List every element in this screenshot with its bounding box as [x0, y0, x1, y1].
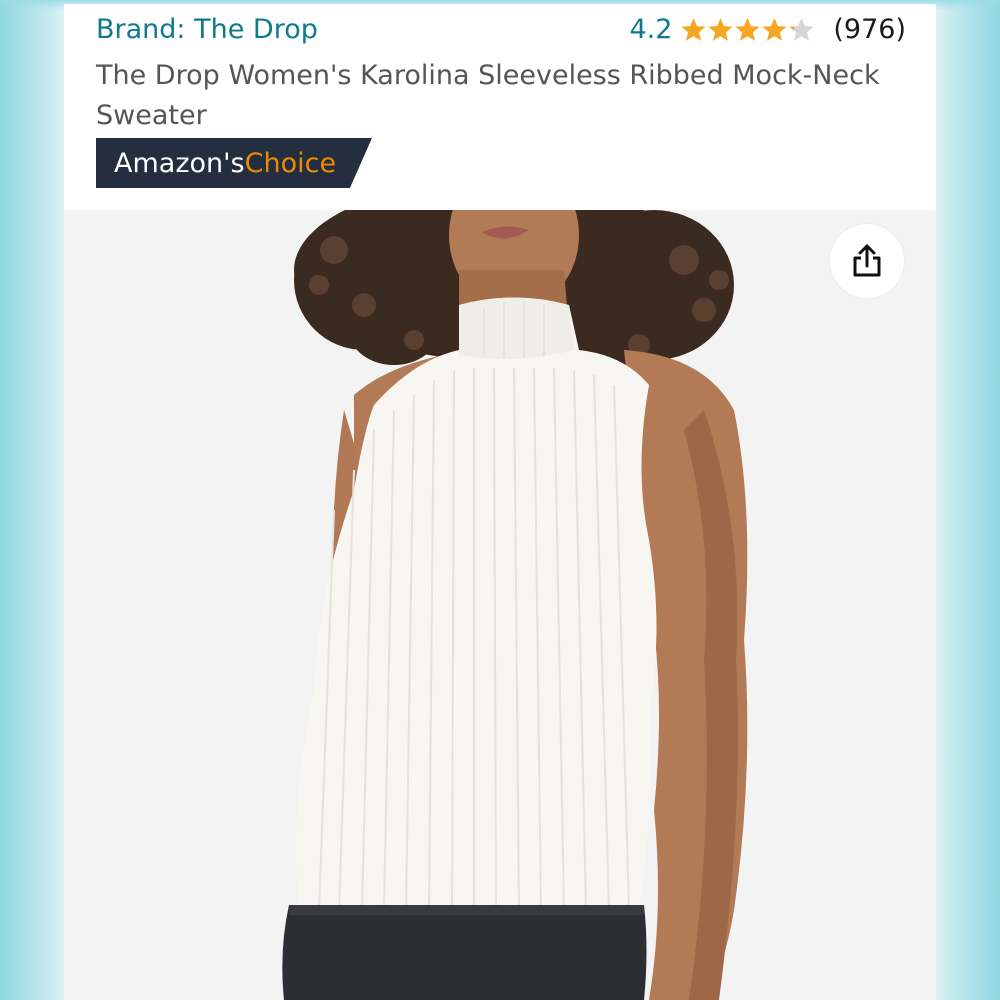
product-photo-sweater	[64, 210, 936, 1000]
amazons-choice-badge: Amazon's Choice	[96, 138, 372, 188]
screenshot-frame: Brand: The Drop 4.2 (976) The Drop Women…	[0, 0, 1000, 1000]
star-icon	[708, 17, 733, 41]
share-button[interactable]	[830, 224, 904, 298]
review-count[interactable]: (976)	[833, 14, 906, 45]
brand-link[interactable]: Brand: The Drop	[96, 14, 318, 45]
star-icon	[735, 17, 760, 41]
badge-prefix: Amazon's	[114, 147, 245, 179]
badge-highlight: Choice	[244, 147, 337, 179]
product-image[interactable]	[64, 210, 936, 1000]
rating-value: 4.2	[629, 14, 673, 45]
star-icon	[681, 17, 706, 41]
star-icon	[789, 17, 814, 41]
product-header: Brand: The Drop 4.2 (976) The Drop Women…	[64, 4, 936, 210]
share-icon	[853, 244, 881, 277]
rating-summary[interactable]: 4.2 (976)	[629, 14, 906, 45]
star-icon	[762, 17, 787, 41]
star-rating[interactable]	[680, 17, 815, 43]
product-title: The Drop Women's Karolina Sleeveless Rib…	[96, 60, 880, 131]
product-card: Brand: The Drop 4.2 (976) The Drop Women…	[64, 4, 936, 1000]
